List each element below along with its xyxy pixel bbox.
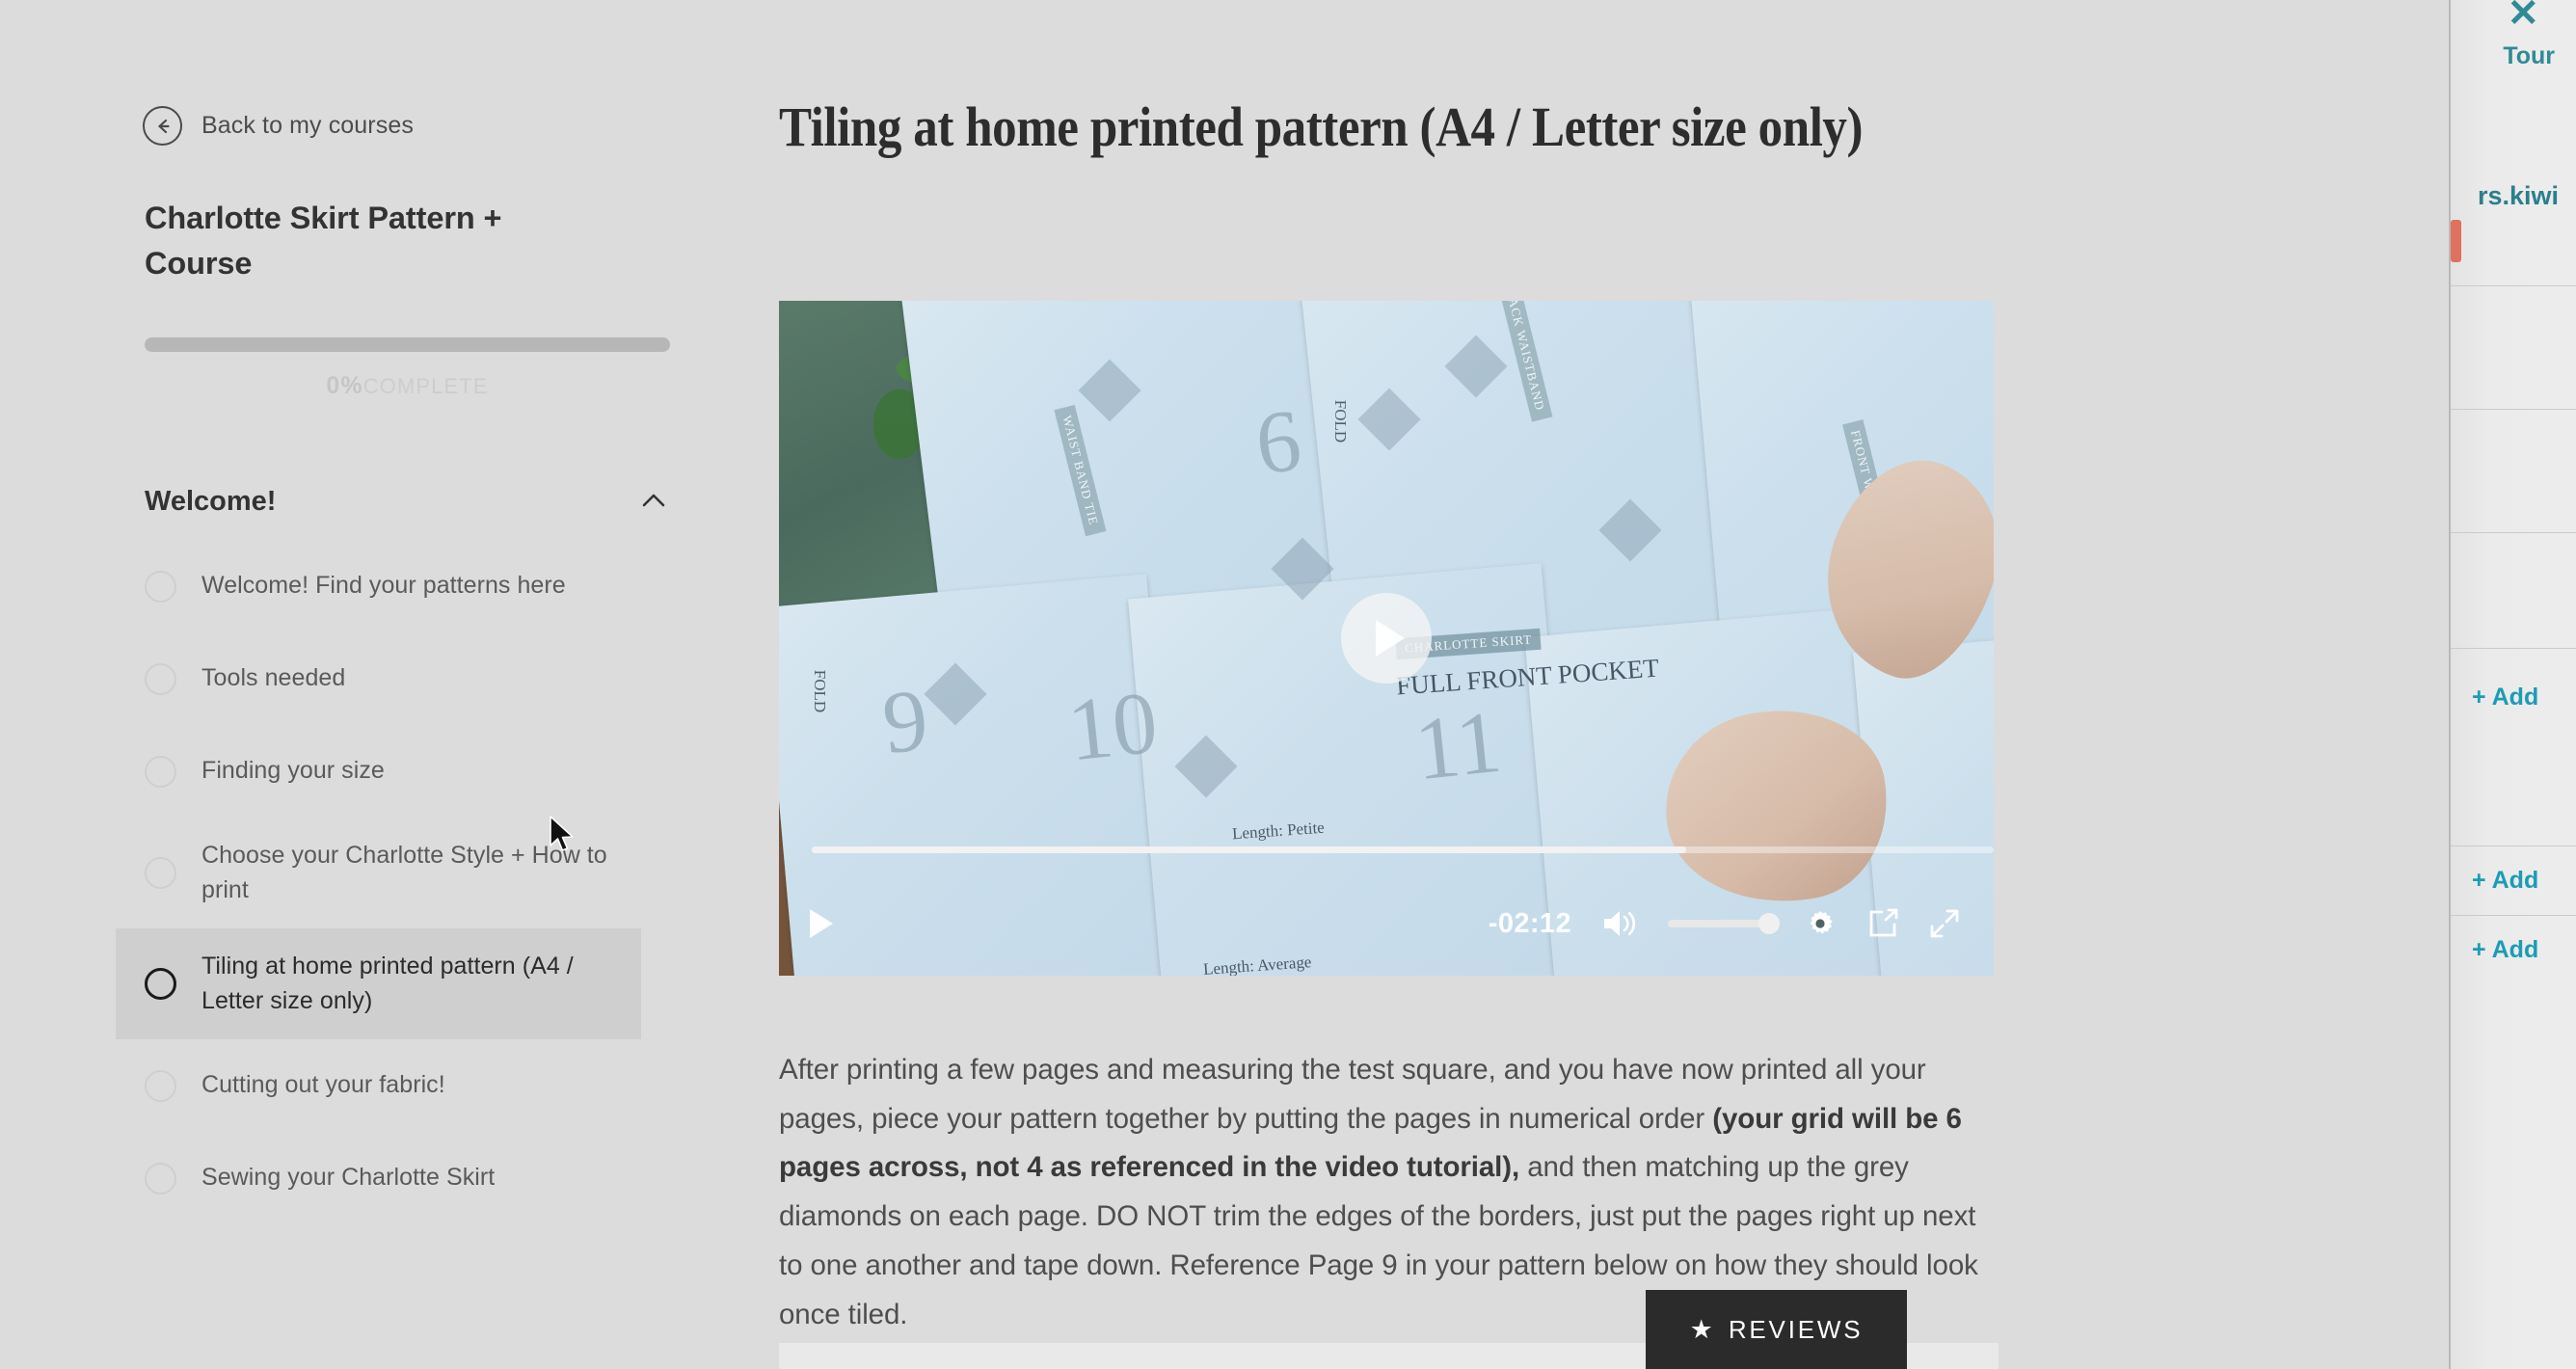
lesson-item-welcome-find-patterns[interactable]: Welcome! Find your patterns here bbox=[116, 540, 641, 632]
pattern-page-number: 9 bbox=[877, 669, 933, 773]
lesson-status-circle-icon bbox=[145, 1162, 176, 1195]
fold-label: FOLD bbox=[811, 669, 830, 713]
section-title: Welcome! bbox=[145, 485, 277, 517]
chevron-up-icon[interactable] bbox=[637, 485, 670, 518]
reviews-tab-label: REVIEWS bbox=[1728, 1314, 1864, 1344]
pattern-page-number: 11 bbox=[1409, 691, 1506, 799]
video-seek-progress bbox=[812, 846, 1687, 853]
lesson-item-tiling-at-home[interactable]: Tiling at home printed pattern (A4 / Let… bbox=[116, 928, 641, 1039]
panel-row bbox=[2451, 409, 2576, 532]
progress-complete-word: COMPLETE bbox=[362, 374, 489, 398]
back-to-courses-label: Back to my courses bbox=[201, 112, 414, 139]
panel-row bbox=[2451, 532, 2576, 648]
video-player[interactable]: 6 9 10 11 12 WAIST BAND TIE BACK WAISTBA… bbox=[779, 301, 1994, 976]
lesson-main-content: Tiling at home printed pattern (A4 / Let… bbox=[723, 0, 2391, 1369]
lesson-status-circle-icon bbox=[145, 968, 176, 1000]
page-title: Tiling at home printed pattern (A4 / Let… bbox=[779, 95, 1864, 158]
lesson-item-label: Tiling at home printed pattern (A4 / Let… bbox=[201, 953, 574, 1014]
course-player-page: Back to my courses Charlotte Skirt Patte… bbox=[0, 0, 2576, 1369]
lesson-item-tools-needed[interactable]: Tools needed bbox=[116, 632, 641, 725]
lesson-status-circle-icon bbox=[145, 857, 176, 889]
fold-label: FOLD bbox=[1331, 399, 1351, 443]
arrow-left-circle-icon bbox=[143, 106, 182, 146]
video-time-remaining: -02:12 bbox=[1488, 907, 1571, 939]
mouse-cursor bbox=[549, 816, 577, 861]
add-button-2[interactable]: + Add bbox=[2472, 867, 2538, 895]
pattern-page-number: 10 bbox=[1062, 672, 1163, 780]
volume-slider-knob[interactable] bbox=[1758, 913, 1780, 934]
side-widget-panel: ✕ Tour rs.kiwi + Add + Add + Add bbox=[2449, 0, 2576, 1369]
panel-row-add-3: + Add bbox=[2451, 915, 2576, 984]
close-icon[interactable]: ✕ bbox=[2507, 0, 2539, 33]
picture-in-picture-icon[interactable] bbox=[1866, 907, 1899, 940]
lesson-item-label: Sewing your Charlotte Skirt bbox=[201, 1164, 496, 1192]
lesson-item-label: Welcome! Find your patterns here bbox=[201, 572, 566, 600]
lesson-status-circle-icon bbox=[145, 1069, 176, 1102]
back-to-courses-link[interactable]: Back to my courses bbox=[143, 106, 414, 146]
pattern-page-number: 6 bbox=[1250, 389, 1306, 494]
domain-label: rs.kiwi bbox=[2477, 181, 2559, 210]
lesson-item-label: Tools needed bbox=[201, 664, 346, 692]
progress-percent: 0% bbox=[326, 372, 363, 399]
gear-icon[interactable] bbox=[1803, 906, 1838, 941]
video-seek-bar[interactable] bbox=[812, 846, 1994, 853]
section-header-welcome[interactable]: Welcome! bbox=[145, 472, 670, 530]
star-icon: ★ bbox=[1689, 1314, 1713, 1344]
lesson-item-label: Cutting out your fabric! bbox=[201, 1071, 445, 1099]
lesson-status-circle-icon bbox=[145, 755, 176, 788]
panel-rows: + Add + Add + Add bbox=[2451, 285, 2576, 984]
lesson-item-cutting-out-fabric[interactable]: Cutting out your fabric! bbox=[116, 1039, 641, 1132]
video-controls: -02:12 bbox=[779, 831, 1994, 976]
add-button-1[interactable]: + Add bbox=[2472, 684, 2538, 711]
play-circle-icon[interactable] bbox=[1341, 593, 1432, 684]
expand-icon[interactable] bbox=[1928, 907, 1961, 940]
lesson-list: Welcome! Find your patterns here Tools n… bbox=[116, 540, 670, 1224]
lesson-item-label: Finding your size bbox=[201, 757, 385, 785]
add-button-3[interactable]: + Add bbox=[2472, 936, 2538, 964]
lesson-status-circle-icon bbox=[145, 570, 176, 603]
lesson-item-sewing-charlotte-skirt[interactable]: Sewing your Charlotte Skirt bbox=[116, 1132, 641, 1224]
play-triangle bbox=[1376, 620, 1405, 657]
red-indicator-marker bbox=[2451, 220, 2461, 262]
panel-row-add-2: + Add bbox=[2451, 846, 2576, 915]
course-title: Charlotte Skirt Pattern + Course bbox=[145, 201, 502, 282]
lesson-status-circle-icon bbox=[145, 662, 176, 695]
reviews-tab[interactable]: ★ REVIEWS bbox=[1646, 1290, 1907, 1369]
panel-row-add-1: + Add bbox=[2451, 648, 2576, 846]
volume-up-icon[interactable] bbox=[1600, 907, 1639, 940]
panel-row bbox=[2451, 285, 2576, 409]
play-icon[interactable] bbox=[810, 909, 833, 938]
tour-link[interactable]: Tour bbox=[2503, 42, 2555, 70]
volume-slider[interactable] bbox=[1668, 913, 1780, 934]
lesson-item-finding-your-size[interactable]: Finding your size bbox=[116, 725, 641, 818]
course-progress-label: 0%COMPLETE bbox=[145, 372, 670, 400]
course-sidebar: Back to my courses Charlotte Skirt Patte… bbox=[0, 0, 723, 1369]
course-progress-bar bbox=[145, 337, 670, 352]
